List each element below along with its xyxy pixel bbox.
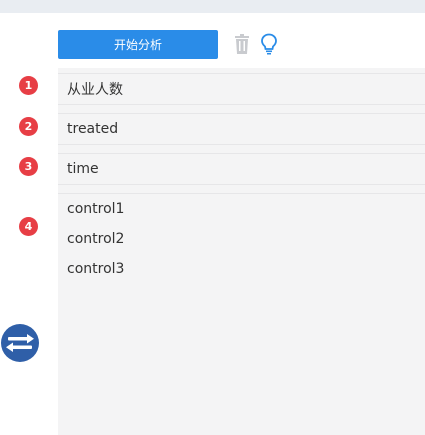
badge-1: 1 xyxy=(19,76,38,95)
collapse-toggle-icon[interactable] xyxy=(1,324,39,362)
field-slot-1[interactable]: 从业人数 xyxy=(58,73,425,105)
lightbulb-icon[interactable] xyxy=(260,33,278,55)
badge-2: 2 xyxy=(19,117,38,136)
badge-3: 3 xyxy=(19,157,38,176)
field-slot-3[interactable]: time xyxy=(58,153,425,185)
badge-4: 4 xyxy=(19,217,38,236)
field-label: treated xyxy=(67,121,119,137)
trash-icon[interactable] xyxy=(234,34,250,54)
field-slot-2[interactable]: treated xyxy=(58,113,425,145)
start-analysis-button[interactable]: 开始分析 xyxy=(58,30,218,59)
field-slot-4[interactable]: control1 control2 control3 xyxy=(58,193,425,435)
list-item: control2 xyxy=(67,231,125,247)
list-item: control3 xyxy=(67,261,125,277)
field-label: time xyxy=(67,161,99,177)
list-item: control1 xyxy=(67,201,125,217)
field-label: 从业人数 xyxy=(67,82,123,98)
top-strip xyxy=(0,0,425,13)
